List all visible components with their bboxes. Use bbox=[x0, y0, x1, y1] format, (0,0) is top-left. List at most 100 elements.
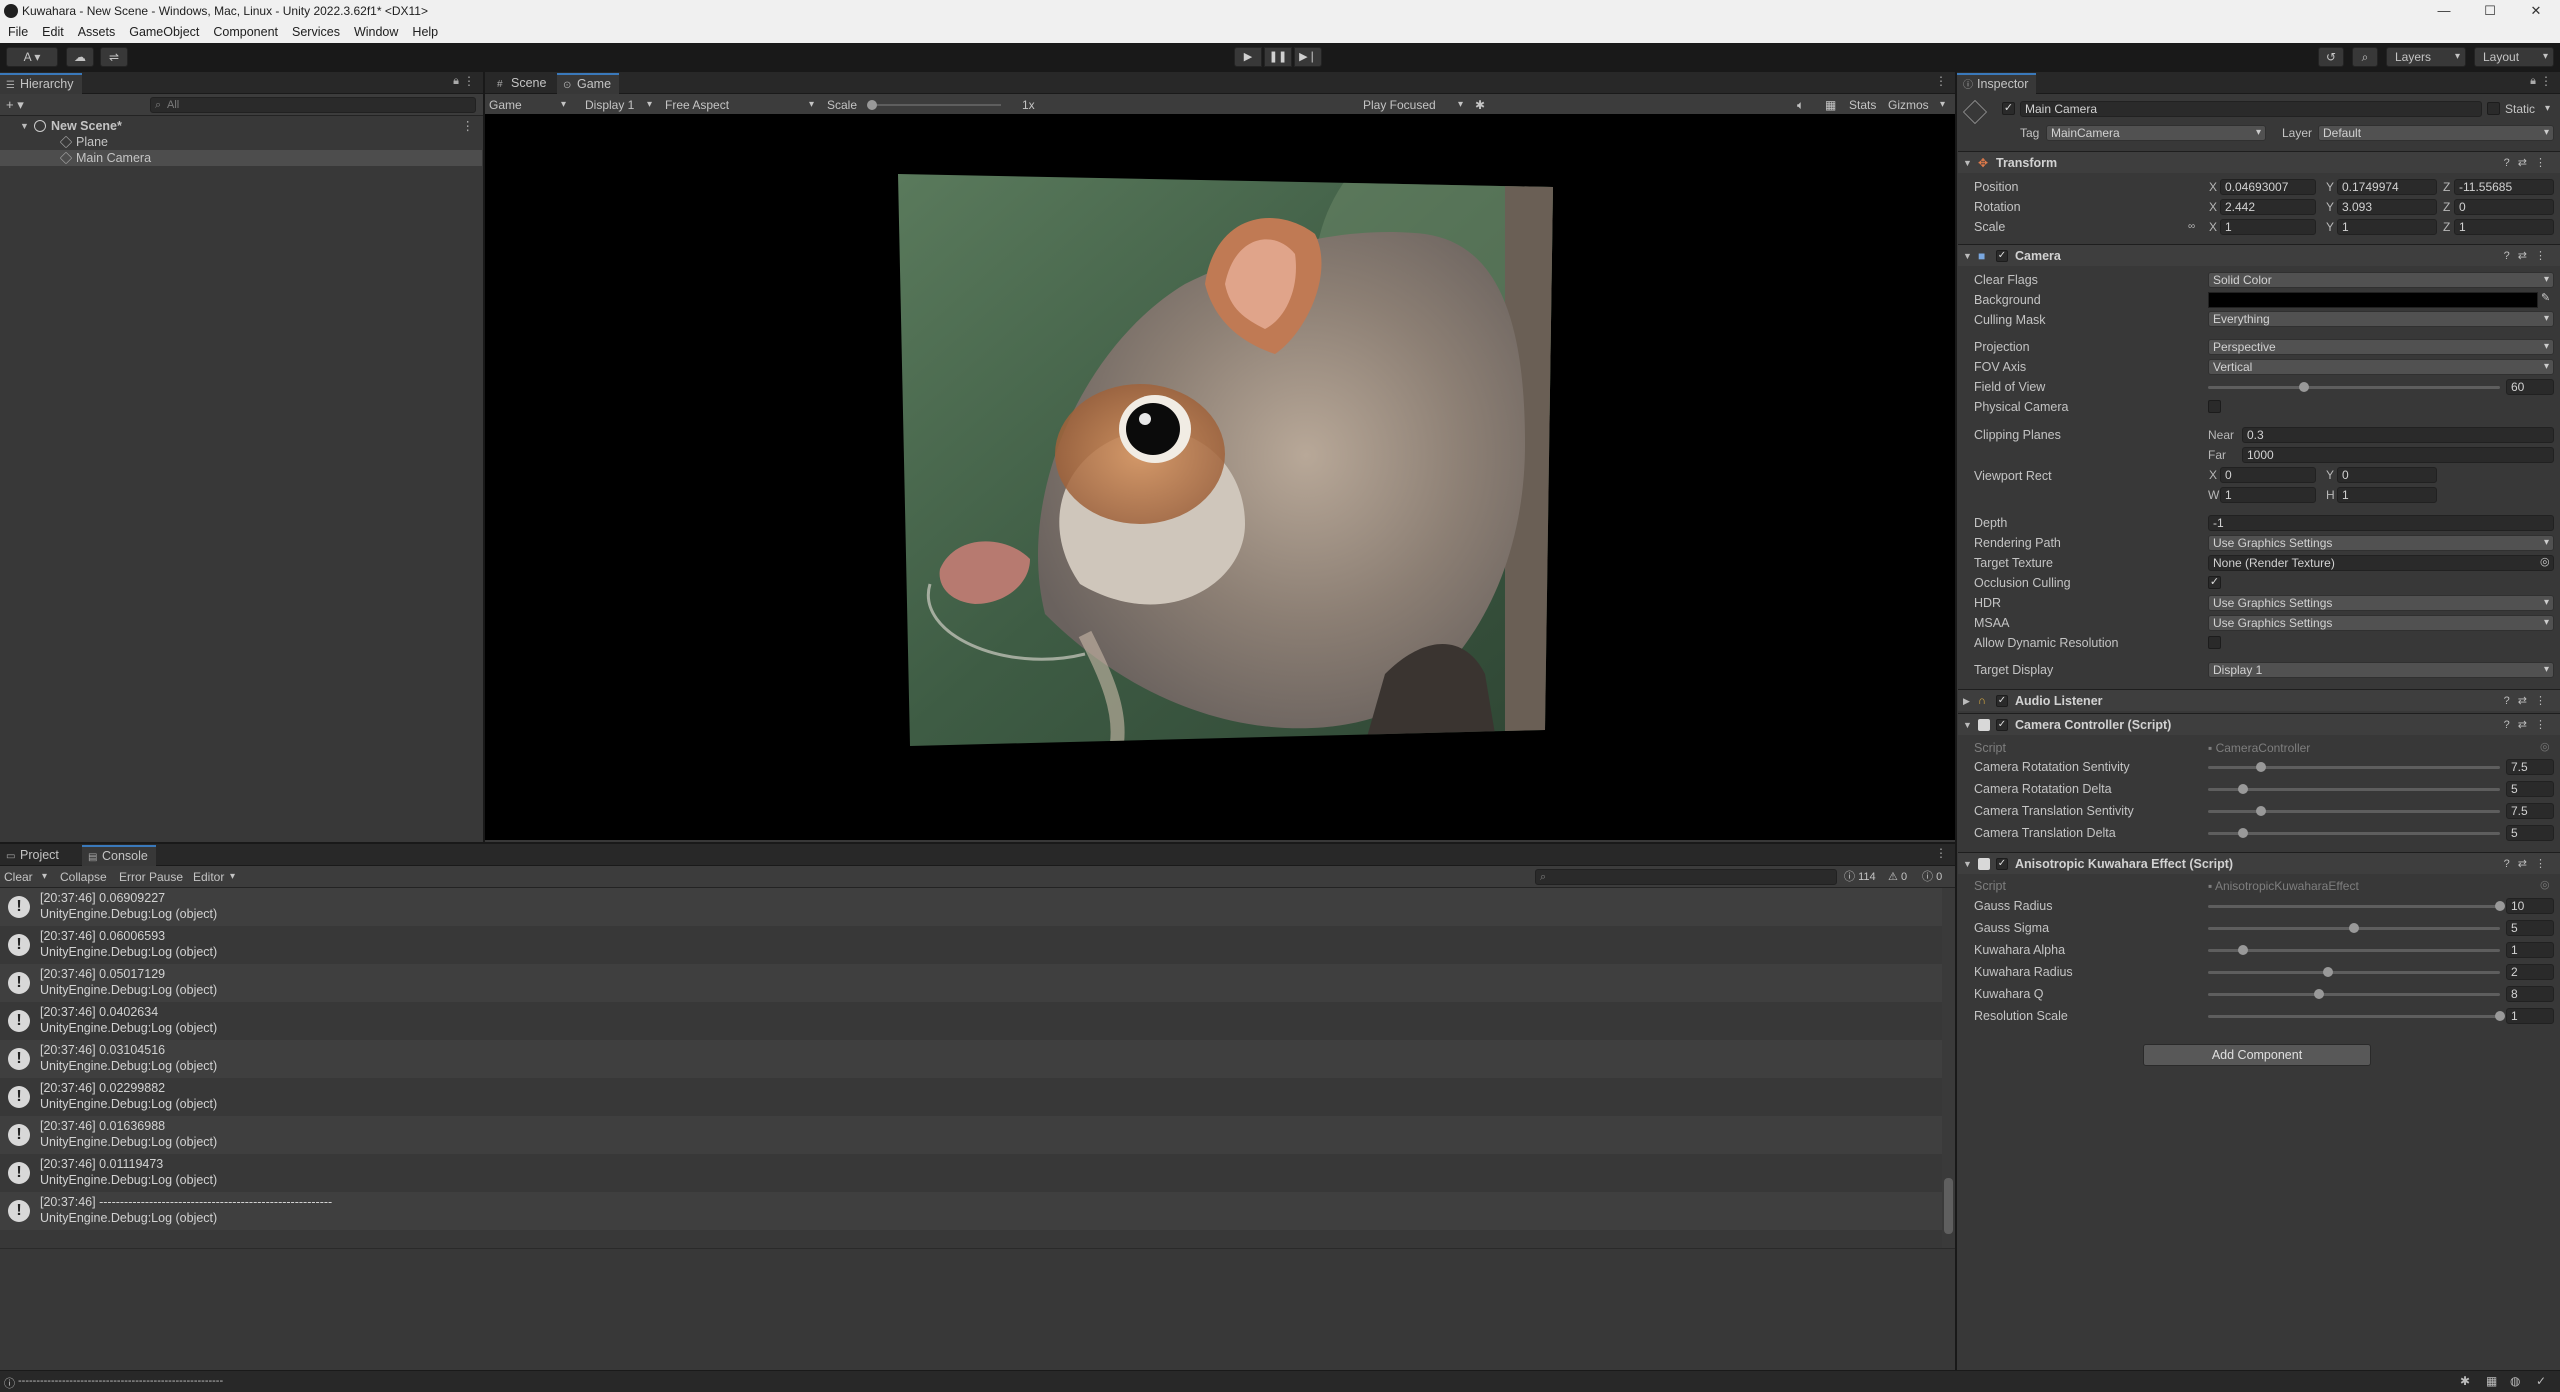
component-header-icons[interactable]: ?⇄⋮ bbox=[2504, 853, 2554, 875]
position-z-field[interactable]: -11.55685 bbox=[2454, 179, 2554, 195]
fold-arrow-icon[interactable]: ▼ bbox=[1963, 853, 1972, 875]
layer-dropdown[interactable]: Default bbox=[2318, 125, 2554, 141]
fold-arrow-icon[interactable]: ▼ bbox=[1963, 714, 1972, 736]
close-window-button[interactable]: ✕ bbox=[2513, 0, 2559, 22]
rendering-path-dropdown[interactable]: Use Graphics Settings bbox=[2208, 535, 2554, 551]
log-count-toggle[interactable]: ⓘ 114 bbox=[1844, 866, 1876, 888]
more-options-icon[interactable]: ⋮ bbox=[1935, 74, 1947, 88]
camera-controller-component-header[interactable]: ▼ ✓ Camera Controller (Script) ?⇄⋮ bbox=[1958, 713, 2560, 735]
value-slider[interactable] bbox=[2208, 949, 2500, 952]
kuwahara-enabled-checkbox[interactable]: ✓ bbox=[1996, 858, 2008, 870]
component-header-icons[interactable]: ?⇄⋮ bbox=[2504, 152, 2554, 174]
layers-dropdown[interactable]: Layers ▾ bbox=[2386, 47, 2466, 67]
grid-icon[interactable]: ▦ bbox=[2486, 1374, 2497, 1388]
kuwahara-component-header[interactable]: ▼ ✓ Anisotropic Kuwahara Effect (Script)… bbox=[1958, 852, 2560, 874]
object-picker-icon[interactable]: ◎ bbox=[2540, 555, 2550, 568]
projection-dropdown[interactable]: Perspective bbox=[2208, 339, 2554, 355]
value-slider-thumb[interactable] bbox=[2495, 901, 2505, 911]
aspect-dropdown[interactable]: Free Aspect bbox=[665, 94, 729, 116]
console-entry[interactable]: ! [20:37:46] 0.06909227 UnityEngine.Debug:… bbox=[0, 888, 1942, 926]
play-button[interactable]: ▶ bbox=[1234, 47, 1262, 67]
fov-field[interactable]: 60 bbox=[2506, 379, 2554, 395]
menu-gameobject[interactable]: GameObject bbox=[121, 22, 205, 43]
position-y-field[interactable]: 0.1749974 bbox=[2337, 179, 2437, 195]
editor-dropdown[interactable]: Editor bbox=[193, 866, 224, 888]
layout-dropdown[interactable]: Layout ▾ bbox=[2474, 47, 2554, 67]
value-field[interactable]: 10 bbox=[2506, 898, 2554, 914]
static-checkbox[interactable] bbox=[2487, 102, 2500, 115]
console-search-input[interactable]: ⌕ bbox=[1535, 869, 1837, 885]
console-entry[interactable]: ! [20:37:46] 0.01119473 UnityEngine.Debug:… bbox=[0, 1154, 1942, 1192]
menu-help[interactable]: Help bbox=[404, 22, 444, 43]
cloud-icon[interactable]: ☁ bbox=[66, 47, 94, 67]
game-mode-dropdown[interactable]: Game bbox=[489, 94, 522, 116]
far-field[interactable]: 1000 bbox=[2242, 447, 2554, 463]
menu-file[interactable]: File bbox=[0, 22, 34, 43]
hdr-dropdown[interactable]: Use Graphics Settings bbox=[2208, 595, 2554, 611]
value-field[interactable]: 5 bbox=[2506, 781, 2554, 797]
value-field[interactable]: 1 bbox=[2506, 1008, 2554, 1024]
console-entry[interactable]: ! [20:37:46] 0.05017129 UnityEngine.Debug:… bbox=[0, 964, 1942, 1002]
expand-arrow-icon[interactable]: ▼ bbox=[20, 118, 29, 134]
menu-services[interactable]: Services bbox=[284, 22, 346, 43]
clear-flags-dropdown[interactable]: Solid Color bbox=[2208, 272, 2554, 288]
menu-component[interactable]: Component bbox=[205, 22, 284, 43]
value-slider-thumb[interactable] bbox=[2238, 945, 2249, 955]
more-options-icon[interactable]: ⋮ bbox=[2540, 74, 2552, 88]
component-header-icons[interactable]: ?⇄⋮ bbox=[2504, 714, 2554, 736]
value-slider-thumb[interactable] bbox=[2495, 1011, 2505, 1021]
value-field[interactable]: 5 bbox=[2506, 825, 2554, 841]
tag-dropdown[interactable]: MainCamera bbox=[2046, 125, 2266, 141]
tab-game[interactable]: ⊙ Game bbox=[557, 73, 620, 94]
lock-icon[interactable]: 🔒︎ bbox=[2530, 75, 2536, 88]
viewport-h-field[interactable]: 1 bbox=[2337, 487, 2437, 503]
bug-icon[interactable]: ✱ bbox=[2460, 1374, 2470, 1388]
globe-icon[interactable]: ◍ bbox=[2510, 1374, 2520, 1388]
menu-assets[interactable]: Assets bbox=[70, 22, 122, 43]
rotation-z-field[interactable]: 0 bbox=[2454, 199, 2554, 215]
grid-icon[interactable]: ▦ bbox=[1825, 94, 1836, 116]
scale-slider-thumb[interactable] bbox=[867, 100, 877, 110]
chevron-down-icon[interactable]: ▾ bbox=[42, 866, 47, 888]
mute-audio-icon[interactable]: 🔈︎ bbox=[1797, 94, 1804, 116]
value-slider[interactable] bbox=[2208, 832, 2500, 835]
console-entry[interactable]: ! [20:37:46] 0.06006593 UnityEngine.Debug:… bbox=[0, 926, 1942, 964]
viewport-y-field[interactable]: 0 bbox=[2337, 467, 2437, 483]
component-header-icons[interactable]: ?⇄⋮ bbox=[2504, 690, 2554, 712]
value-field[interactable]: 2 bbox=[2506, 964, 2554, 980]
msaa-dropdown[interactable]: Use Graphics Settings bbox=[2208, 615, 2554, 631]
target-display-dropdown[interactable]: Display 1 bbox=[2208, 662, 2554, 678]
viewport-x-field[interactable]: 0 bbox=[2220, 467, 2316, 483]
search-icon[interactable]: ⌕ bbox=[2352, 47, 2378, 67]
value-slider[interactable] bbox=[2208, 905, 2500, 908]
value-slider[interactable] bbox=[2208, 971, 2500, 974]
hierarchy-item-main-camera[interactable]: Main Camera bbox=[0, 150, 482, 166]
fold-arrow-icon[interactable]: ▶ bbox=[1963, 690, 1970, 712]
hierarchy-search-input[interactable]: ⌕ All bbox=[150, 97, 476, 113]
account-dropdown[interactable]: A ▾ bbox=[6, 47, 58, 67]
value-slider-thumb[interactable] bbox=[2349, 923, 2359, 933]
scale-slider[interactable] bbox=[871, 104, 1001, 106]
tab-project[interactable]: ▭ Project bbox=[0, 845, 67, 866]
component-header-icons[interactable]: ?⇄⋮ bbox=[2504, 245, 2554, 267]
value-slider-thumb[interactable] bbox=[2238, 828, 2249, 838]
more-options-icon[interactable]: ⋮ bbox=[1935, 846, 1947, 860]
error-pause-toggle[interactable]: Error Pause bbox=[119, 866, 183, 888]
value-field[interactable]: 7.5 bbox=[2506, 759, 2554, 775]
eyedropper-icon[interactable]: ✎ bbox=[2541, 291, 2550, 304]
chevron-down-icon[interactable]: ▾ bbox=[2545, 101, 2550, 117]
stats-button[interactable]: Stats bbox=[1849, 94, 1876, 116]
add-component-button[interactable]: Add Component bbox=[2143, 1044, 2371, 1066]
culling-mask-dropdown[interactable]: Everything bbox=[2208, 311, 2554, 327]
hierarchy-scene-row[interactable]: ▼ New Scene* ⋮ bbox=[0, 118, 482, 134]
depth-field[interactable]: -1 bbox=[2208, 515, 2554, 531]
minimize-button[interactable]: — bbox=[2421, 0, 2467, 22]
link-icon[interactable]: ∞ bbox=[2188, 219, 2195, 235]
camera-enabled-checkbox[interactable]: ✓ bbox=[1996, 250, 2008, 262]
undo-history-icon[interactable]: ↺ bbox=[2318, 47, 2344, 67]
add-object-button[interactable]: + ▾ bbox=[6, 94, 24, 116]
tab-console[interactable]: ▤ Console bbox=[82, 845, 156, 866]
value-slider[interactable] bbox=[2208, 1015, 2500, 1018]
console-entry[interactable]: ! [20:37:46] 0.02299882 UnityEngine.Debug:… bbox=[0, 1078, 1942, 1116]
console-entry[interactable]: ! [20:37:46] ----------------------------… bbox=[0, 1192, 1942, 1230]
